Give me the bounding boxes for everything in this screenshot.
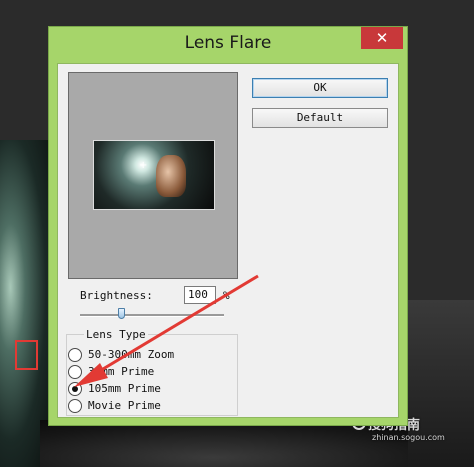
annotation-arrow-icon: [74, 274, 259, 387]
